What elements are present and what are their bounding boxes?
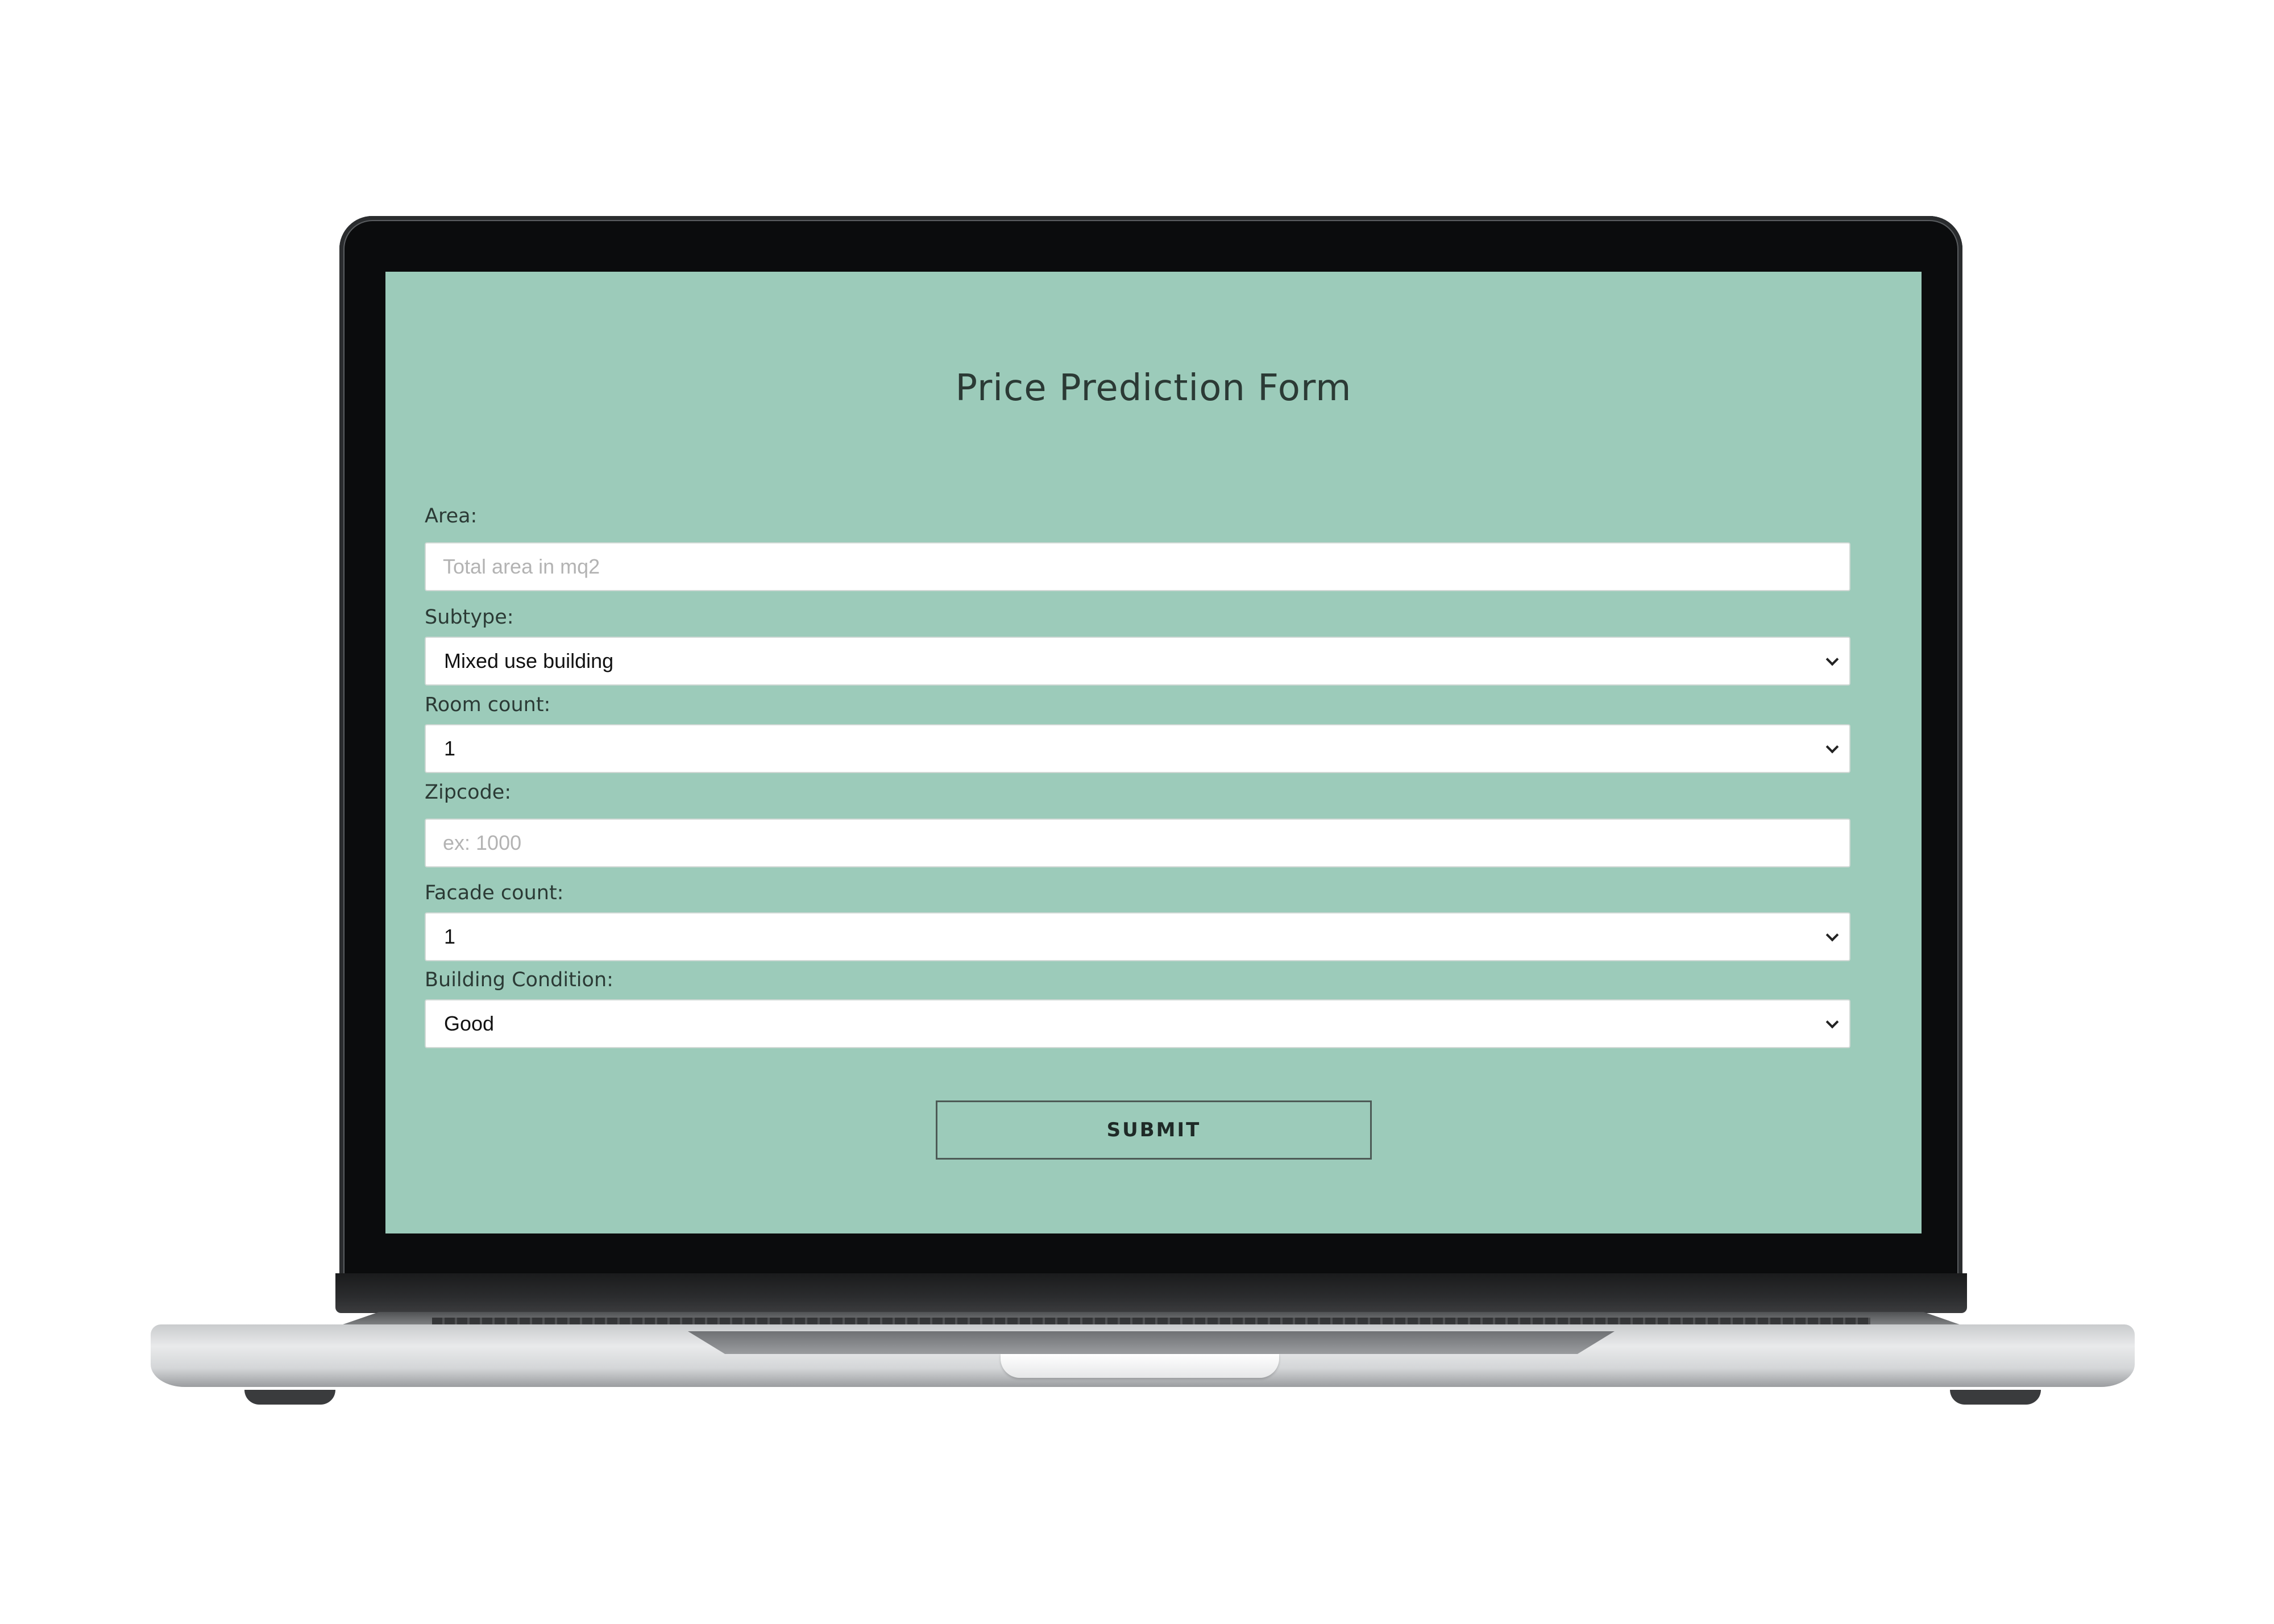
building-condition-label: Building Condition: bbox=[425, 969, 613, 991]
zipcode-placeholder: ex: 1000 bbox=[443, 831, 522, 854]
area-input[interactable]: Total area in mq2 bbox=[425, 542, 1850, 591]
laptop-foot-right bbox=[1950, 1390, 2041, 1405]
chevron-down-icon bbox=[1825, 1015, 1839, 1029]
submit-button[interactable]: SUBMIT bbox=[936, 1100, 1372, 1160]
laptop-foot-left bbox=[244, 1390, 335, 1405]
laptop-screen: Price Prediction Form Area: Total area i… bbox=[385, 272, 1922, 1233]
laptop-bezel-chin bbox=[335, 1273, 1967, 1313]
room-count-selected-value: 1 bbox=[444, 737, 456, 760]
subtype-label: Subtype: bbox=[425, 606, 514, 629]
page-title: Price Prediction Form bbox=[955, 367, 1352, 409]
subtype-selected-value: Mixed use building bbox=[444, 649, 614, 672]
chevron-down-icon bbox=[1825, 653, 1839, 666]
area-label: Area: bbox=[425, 505, 478, 528]
subtype-select[interactable]: Mixed use building bbox=[425, 637, 1850, 686]
chevron-down-icon bbox=[1825, 740, 1839, 754]
chevron-down-icon bbox=[1825, 928, 1839, 942]
zipcode-label: Zipcode: bbox=[425, 781, 512, 804]
facade-count-selected-value: 1 bbox=[444, 925, 456, 948]
laptop-thumb-notch bbox=[1001, 1354, 1279, 1378]
building-condition-selected-value: Good bbox=[444, 1012, 495, 1035]
facade-count-select[interactable]: 1 bbox=[425, 912, 1850, 961]
building-condition-select[interactable]: Good bbox=[425, 999, 1850, 1048]
area-placeholder: Total area in mq2 bbox=[443, 555, 600, 578]
zipcode-input[interactable]: ex: 1000 bbox=[425, 819, 1850, 867]
facade-count-label: Facade count: bbox=[425, 882, 564, 904]
room-count-label: Room count: bbox=[425, 693, 551, 716]
room-count-select[interactable]: 1 bbox=[425, 724, 1850, 773]
laptop-base-recess bbox=[688, 1331, 1615, 1354]
